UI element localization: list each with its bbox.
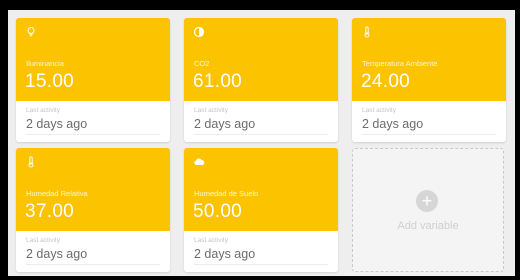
variable-name: Humedad de Suelo [194, 189, 259, 198]
variable-name: Humedad Relativa [26, 189, 88, 198]
variable-card-humedad-de-suelo[interactable]: Humedad de Suelo 50.00 Last activity 2 d… [184, 148, 338, 272]
variable-card-temperatura-ambiente[interactable]: Temperatura Ambiente 24.00 Last activity… [352, 18, 506, 142]
last-activity-label: Last activity [194, 107, 228, 114]
variable-name: Iluminancia [26, 59, 64, 68]
last-activity-value: 2 days ago [194, 117, 256, 131]
card-divider [26, 264, 160, 265]
variable-value: 50.00 [193, 201, 243, 222]
variable-name: Temperatura Ambiente [362, 59, 438, 68]
last-activity-label: Last activity [362, 107, 396, 114]
last-activity-label: Last activity [194, 237, 228, 244]
last-activity-value: 2 days ago [362, 117, 424, 131]
card-header: Temperatura Ambiente 24.00 [352, 18, 506, 101]
last-activity-value: 2 days ago [26, 117, 88, 131]
cloud-icon [193, 155, 205, 167]
last-activity-label: Last activity [26, 237, 60, 244]
plus-icon: + [416, 190, 438, 212]
card-divider [194, 134, 328, 135]
variable-value: 61.00 [193, 71, 243, 92]
card-divider [362, 134, 496, 135]
thermometer-icon [25, 155, 37, 168]
add-variable-button[interactable]: + Add variable [352, 148, 504, 272]
card-divider [26, 134, 160, 135]
variable-card-iluminancia[interactable]: Iluminancia 15.00 Last activity 2 days a… [16, 18, 170, 142]
last-activity-value: 2 days ago [26, 247, 88, 261]
card-header: Humedad Relativa 37.00 [16, 148, 170, 231]
variable-value: 24.00 [361, 71, 411, 92]
last-activity-label: Last activity [26, 107, 60, 114]
lightbulb-icon [25, 25, 37, 37]
variable-card-co2[interactable]: CO2 61.00 Last activity 2 days ago [184, 18, 338, 142]
add-variable-label: Add variable [397, 220, 459, 232]
variable-name: CO2 [194, 59, 210, 68]
card-header: Humedad de Suelo 50.00 [184, 148, 338, 231]
variables-board: Iluminancia 15.00 Last activity 2 days a… [8, 10, 515, 276]
last-activity-value: 2 days ago [194, 247, 256, 261]
card-header: Iluminancia 15.00 [16, 18, 170, 101]
thermometer-icon [361, 25, 373, 38]
card-header: CO2 61.00 [184, 18, 338, 101]
variable-value: 15.00 [25, 71, 75, 92]
contrast-icon [193, 25, 205, 38]
variable-card-humedad-relativa[interactable]: Humedad Relativa 37.00 Last activity 2 d… [16, 148, 170, 272]
card-divider [194, 264, 328, 265]
variable-value: 37.00 [25, 201, 75, 222]
